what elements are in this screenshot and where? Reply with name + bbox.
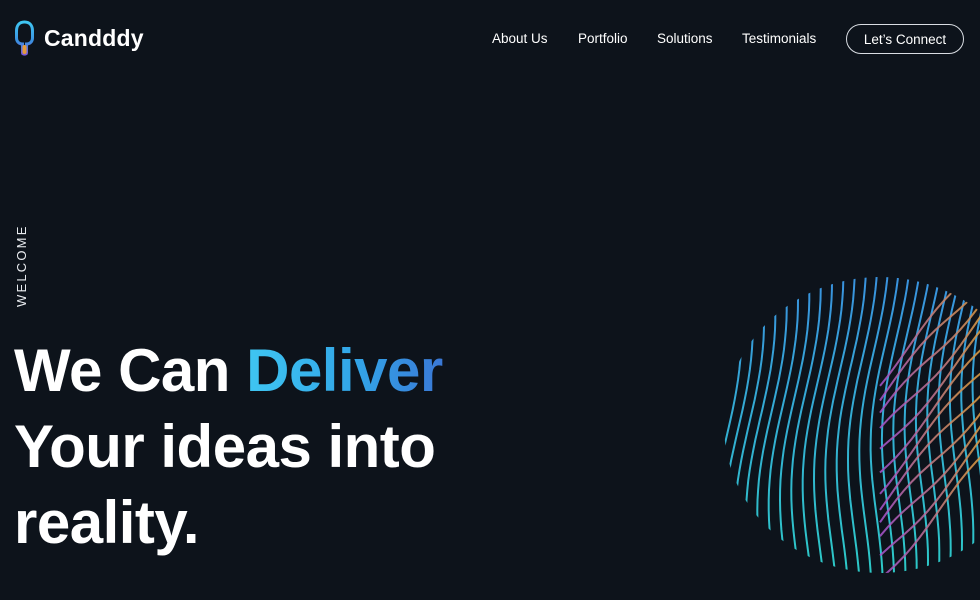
wave-line (846, 277, 879, 573)
welcome-label: WELCOME (14, 224, 29, 307)
hero-line-1: We Can Deliver (14, 333, 443, 409)
hero-line-3: reality. (14, 489, 199, 556)
wave-line (756, 277, 788, 573)
hero-line-2: Your ideas into (14, 413, 436, 480)
hero-headline: We Can Deliver Your ideas into reality. (14, 333, 443, 561)
lets-connect-button[interactable]: Let’s Connect (846, 24, 964, 54)
nav-solutions[interactable]: Solutions (657, 31, 713, 46)
wave-line (724, 277, 743, 573)
wave-line (778, 277, 811, 573)
hero-line-1-text: We Can (14, 337, 247, 404)
wave-line (960, 277, 980, 573)
wavy-lines-graphic (724, 277, 980, 573)
main-nav: About Us Portfolio Solutions Testimonial… (0, 31, 980, 51)
nav-about-us[interactable]: About Us (492, 31, 548, 46)
wave-line (767, 277, 800, 573)
hero-highlight: Deliver (246, 337, 443, 404)
wave-line (744, 277, 777, 573)
wave-line (733, 277, 766, 573)
nav-testimonials[interactable]: Testimonials (742, 31, 816, 46)
nav-portfolio[interactable]: Portfolio (578, 31, 628, 46)
wave-line (724, 277, 732, 573)
